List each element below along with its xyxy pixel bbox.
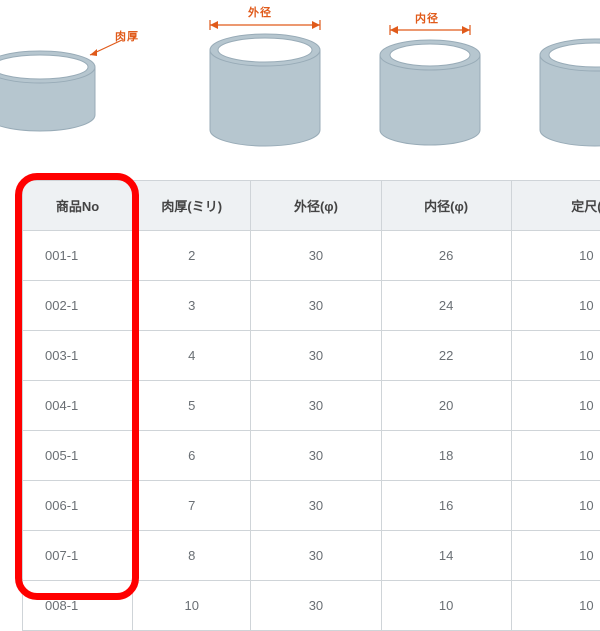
cell-fixed: 10 <box>511 481 600 531</box>
cell-inner: 18 <box>381 431 511 481</box>
cell-inner: 10 <box>381 581 511 631</box>
cell-thickness: 3 <box>133 281 251 331</box>
cell-thickness: 7 <box>133 481 251 531</box>
cell-thickness: 4 <box>133 331 251 381</box>
product-table: 商品No 肉厚(ミリ) 外径(φ) 内径(φ) 定尺( 001-1 2 30 2… <box>22 180 600 631</box>
th-inner-dia: 内径(φ) <box>381 181 511 231</box>
cell-product-no: 006-1 <box>23 481 133 531</box>
cell-outer: 30 <box>251 481 381 531</box>
table-body: 001-1 2 30 26 10 002-1 3 30 24 10 003-1 … <box>23 231 600 631</box>
cell-thickness: 2 <box>133 231 251 281</box>
cell-fixed: 10 <box>511 431 600 481</box>
cell-inner: 14 <box>381 531 511 581</box>
th-product-no: 商品No <box>23 181 133 231</box>
cell-product-no: 003-1 <box>23 331 133 381</box>
cell-fixed: 10 <box>511 231 600 281</box>
table-row: 005-1 6 30 18 10 <box>23 431 600 481</box>
cell-fixed: 10 <box>511 331 600 381</box>
cylinder-nikuatsu-icon <box>0 40 122 131</box>
pipe-illustration: 肉厚 外径 内径 <box>0 0 600 173</box>
cylinder-gaikei-icon <box>210 20 320 146</box>
table-header-row: 商品No 肉厚(ミリ) 外径(φ) 内径(φ) 定尺( <box>23 181 600 231</box>
cell-outer: 30 <box>251 531 381 581</box>
cell-fixed: 10 <box>511 581 600 631</box>
th-thickness: 肉厚(ミリ) <box>133 181 251 231</box>
th-fixed-len: 定尺( <box>511 181 600 231</box>
table-row: 001-1 2 30 26 10 <box>23 231 600 281</box>
pipes-svg <box>0 0 600 173</box>
table-row: 008-1 10 30 10 10 <box>23 581 600 631</box>
th-outer-dia: 外径(φ) <box>251 181 381 231</box>
cell-thickness: 6 <box>133 431 251 481</box>
cell-product-no: 008-1 <box>23 581 133 631</box>
label-gaikei: 外径 <box>248 4 272 20</box>
cell-outer: 30 <box>251 231 381 281</box>
cell-outer: 30 <box>251 581 381 631</box>
table-row: 002-1 3 30 24 10 <box>23 281 600 331</box>
cell-fixed: 10 <box>511 381 600 431</box>
label-nikuatsu: 肉厚 <box>115 28 139 44</box>
cell-outer: 30 <box>251 281 381 331</box>
cell-product-no: 007-1 <box>23 531 133 581</box>
cell-product-no: 004-1 <box>23 381 133 431</box>
cell-thickness: 5 <box>133 381 251 431</box>
cell-inner: 16 <box>381 481 511 531</box>
cell-outer: 30 <box>251 381 381 431</box>
table-row: 007-1 8 30 14 10 <box>23 531 600 581</box>
cylinder-naikei-icon <box>380 25 480 145</box>
cell-thickness: 8 <box>133 531 251 581</box>
cell-fixed: 10 <box>511 531 600 581</box>
label-naikei: 内径 <box>415 10 439 26</box>
cell-inner: 26 <box>381 231 511 281</box>
table-row: 004-1 5 30 20 10 <box>23 381 600 431</box>
cell-product-no: 005-1 <box>23 431 133 481</box>
cell-thickness: 10 <box>133 581 251 631</box>
cell-fixed: 10 <box>511 281 600 331</box>
product-table-wrap: 商品No 肉厚(ミリ) 外径(φ) 内径(φ) 定尺( 001-1 2 30 2… <box>22 180 600 631</box>
cell-inner: 24 <box>381 281 511 331</box>
cell-product-no: 002-1 <box>23 281 133 331</box>
cell-inner: 20 <box>381 381 511 431</box>
table-row: 003-1 4 30 22 10 <box>23 331 600 381</box>
cell-product-no: 001-1 <box>23 231 133 281</box>
cell-inner: 22 <box>381 331 511 381</box>
table-row: 006-1 7 30 16 10 <box>23 481 600 531</box>
cell-outer: 30 <box>251 331 381 381</box>
cylinder-right-icon <box>540 39 600 146</box>
cell-outer: 30 <box>251 431 381 481</box>
